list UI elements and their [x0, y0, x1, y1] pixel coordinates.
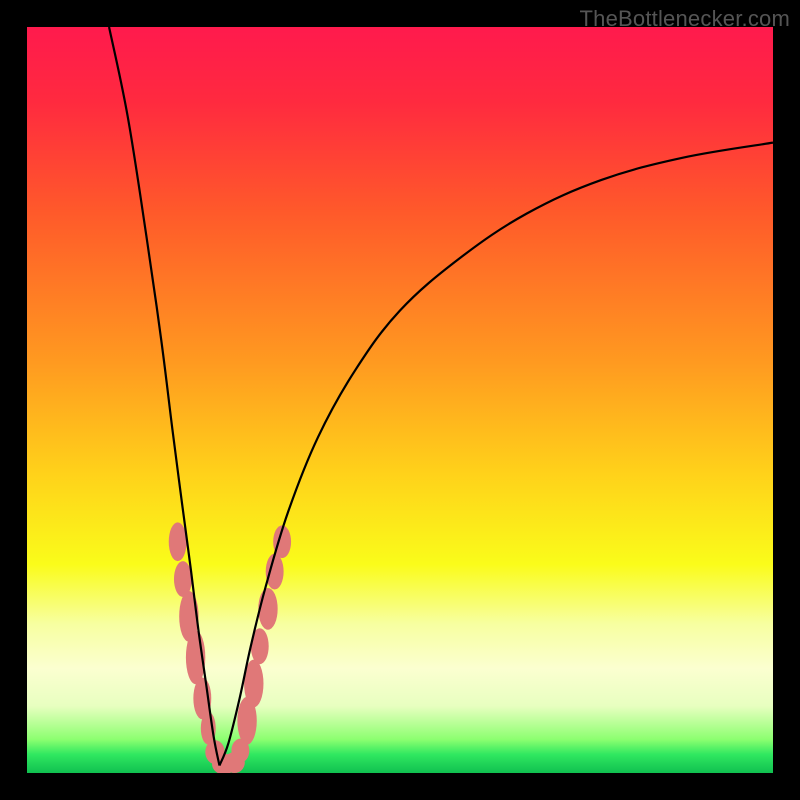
chart-svg — [0, 0, 800, 800]
data-marker — [169, 522, 187, 561]
watermark-text: TheBottlenecker.com — [580, 6, 790, 32]
frame: TheBottlenecker.com — [0, 0, 800, 800]
curve-right-branch — [219, 143, 773, 766]
curve-left-branch — [109, 27, 219, 766]
data-marker — [266, 554, 284, 590]
data-marker — [258, 588, 277, 630]
